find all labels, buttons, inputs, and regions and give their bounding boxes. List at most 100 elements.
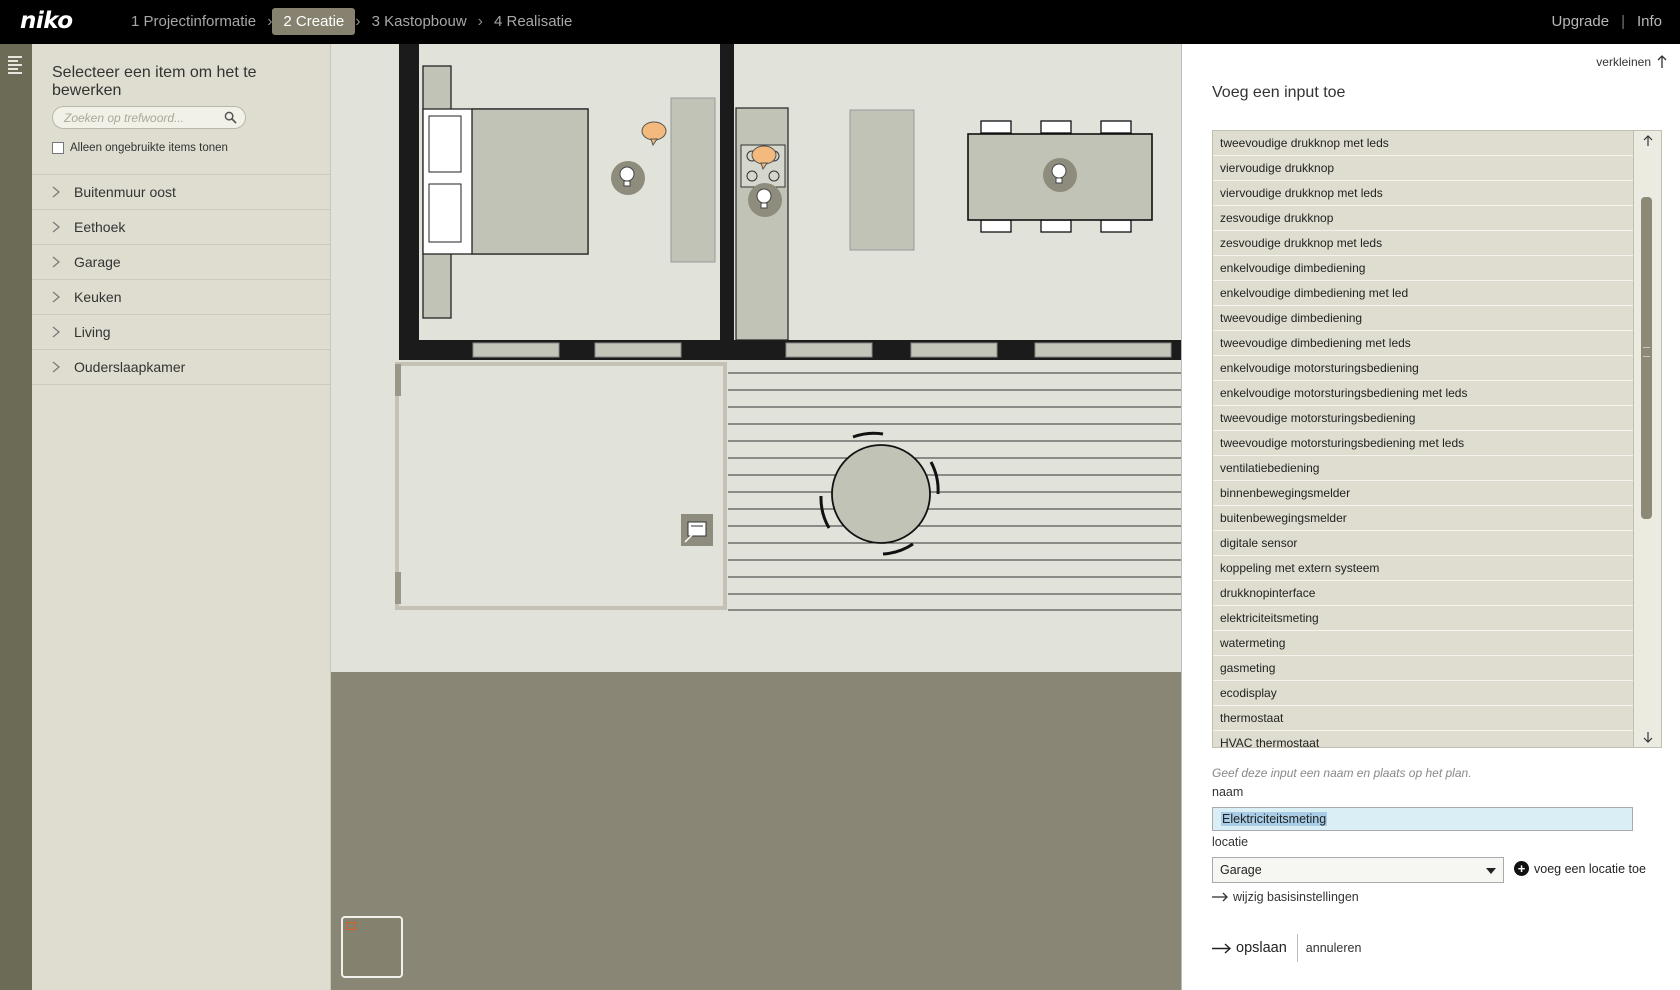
plus-circle-icon: + (1514, 861, 1529, 876)
chevron-right-icon: › (355, 12, 361, 30)
chair (980, 219, 1012, 233)
chair (980, 120, 1012, 134)
info-link[interactable]: Info (1637, 13, 1662, 30)
niko-logo[interactable]: niko (20, 8, 73, 34)
list-item[interactable]: watermeting (1213, 631, 1634, 656)
window (594, 342, 682, 358)
minimap-viewport[interactable] (347, 922, 356, 930)
tree-item-label: Buitenmuur oost (74, 184, 176, 200)
location-select-value: Garage (1220, 863, 1262, 877)
chevron-right-icon[interactable] (46, 217, 66, 237)
list-item[interactable]: binnenbewegingsmelder (1213, 481, 1634, 506)
search-icon[interactable] (224, 111, 237, 124)
tree-item-keuken[interactable]: Keuken (32, 280, 330, 315)
upgrade-link[interactable]: Upgrade (1552, 13, 1610, 30)
save-button[interactable]: opslaan (1212, 934, 1298, 962)
chevron-right-icon[interactable] (46, 252, 66, 272)
list-item[interactable]: buitenbewegingsmelder (1213, 506, 1634, 531)
location-tree: Buitenmuur oost Eethoek Garage Keuken Li… (32, 174, 330, 385)
list-item[interactable]: elektriciteitsmeting (1213, 606, 1634, 631)
list-item[interactable]: HVAC thermostaat (1213, 731, 1634, 747)
tree-item-living[interactable]: Living (32, 315, 330, 350)
left-toolbar-strip (0, 44, 32, 990)
step-projectinformatie[interactable]: 1 Projectinformatie (120, 8, 267, 35)
list-item[interactable]: viervoudige drukknop met leds (1213, 181, 1634, 206)
list-item[interactable]: tweevoudige motorsturingsbediening met l… (1213, 431, 1634, 456)
list-item[interactable]: tweevoudige drukknop met leds (1213, 131, 1634, 156)
collapse-label: verkleinen (1596, 55, 1651, 69)
list-item[interactable]: enkelvoudige motorsturingsbediening met … (1213, 381, 1634, 406)
scroll-thumb[interactable] (1641, 197, 1652, 519)
chair (1040, 120, 1072, 134)
list-item[interactable]: tweevoudige dimbediening met leds (1213, 331, 1634, 356)
collapse-panel-button[interactable]: verkleinen (1596, 55, 1668, 69)
list-item[interactable]: tweevoudige motorsturingsbediening (1213, 406, 1634, 431)
save-label: opslaan (1236, 940, 1287, 956)
pillow (428, 183, 462, 243)
scroll-up-icon[interactable] (1641, 134, 1655, 148)
tree-item-label: Eethoek (74, 219, 126, 235)
list-item[interactable]: koppeling met extern systeem (1213, 556, 1634, 581)
list-item[interactable]: gasmeting (1213, 656, 1634, 681)
add-location-button[interactable]: + voeg een locatie toe (1514, 861, 1646, 876)
chevron-right-icon[interactable] (46, 182, 66, 202)
list-item[interactable]: ecodisplay (1213, 681, 1634, 706)
tree-item-eethoek[interactable]: Eethoek (32, 210, 330, 245)
list-item[interactable]: enkelvoudige dimbediening (1213, 256, 1634, 281)
list-item[interactable]: ventilatiebediening (1213, 456, 1634, 481)
window (910, 342, 998, 358)
list-item[interactable]: digitale sensor (1213, 531, 1634, 556)
arrow-right-icon (1212, 892, 1228, 902)
light-bulb-icon (1043, 158, 1077, 192)
round-table (831, 444, 931, 544)
link-separator: | (1621, 13, 1625, 30)
cancel-button[interactable]: annuleren (1298, 941, 1362, 955)
tree-item-garage[interactable]: Garage (32, 245, 330, 280)
hint-text: Geef deze input een naam en plaats op he… (1212, 766, 1472, 780)
tree-item-buitenmuur-oost[interactable]: Buitenmuur oost (32, 175, 330, 210)
search-input[interactable]: Zoeken op trefwoord... (52, 106, 246, 129)
step-creatie[interactable]: 2 Creatie (272, 8, 356, 35)
location-select[interactable]: Garage (1212, 857, 1504, 883)
list-scrollbar[interactable] (1633, 131, 1661, 747)
input-type-list: tweevoudige drukknop met leds viervoudige… (1212, 130, 1662, 748)
tree-item-ouderslaapkamer[interactable]: Ouderslaapkamer (32, 350, 330, 385)
chair (1100, 120, 1132, 134)
add-location-label: voeg een locatie toe (1534, 861, 1646, 876)
sidebar: Selecteer een item om het te bewerken Zo… (32, 44, 331, 990)
tree-item-label: Ouderslaapkamer (74, 359, 186, 375)
minimap[interactable] (341, 916, 403, 978)
sidebar-title: Selecteer een item om het te bewerken (52, 64, 257, 99)
chevron-right-icon[interactable] (46, 287, 66, 307)
chevron-right-icon[interactable] (46, 357, 66, 377)
list-item[interactable]: tweevoudige dimbediening (1213, 306, 1634, 331)
name-field[interactable]: Elektriciteitsmeting (1212, 807, 1633, 831)
location-label: locatie (1212, 835, 1249, 849)
tree-item-label: Garage (74, 254, 121, 270)
change-settings-link[interactable]: wijzig basisinstellingen (1212, 890, 1359, 904)
meter-device-icon (681, 514, 713, 546)
tree-item-label: Living (74, 324, 111, 340)
list-item[interactable]: enkelvoudige dimbediening met led (1213, 281, 1634, 306)
list-item[interactable]: thermostaat (1213, 706, 1634, 731)
scroll-down-icon[interactable] (1641, 730, 1655, 744)
add-input-panel: verkleinen Voeg een input toe tweevoudig… (1181, 44, 1680, 990)
name-label: naam (1212, 785, 1244, 799)
list-item[interactable]: enkelvoudige motorsturingsbediening (1213, 356, 1634, 381)
kitchen-counter (735, 107, 789, 341)
name-field-value: Elektriciteitsmeting (1221, 812, 1328, 826)
list-item[interactable]: viervoudige drukknop (1213, 156, 1634, 181)
floorplan-canvas[interactable] (331, 44, 1181, 990)
list-item[interactable]: drukknopinterface (1213, 581, 1634, 606)
pillow (428, 115, 462, 173)
change-settings-label: wijzig basisinstellingen (1233, 890, 1359, 904)
only-unused-checkbox[interactable] (52, 142, 64, 154)
list-item[interactable]: zesvoudige drukknop (1213, 206, 1634, 231)
chair (1100, 219, 1132, 233)
list-item[interactable]: zesvoudige drukknop met leds (1213, 231, 1634, 256)
step-realisatie[interactable]: 4 Realisatie (483, 8, 583, 35)
only-unused-toggle[interactable]: Alleen ongebruikte items tonen (52, 142, 228, 154)
chevron-right-icon[interactable] (46, 322, 66, 342)
list-toggle-icon[interactable] (8, 56, 22, 74)
step-kastopbouw[interactable]: 3 Kastopbouw (361, 8, 478, 35)
